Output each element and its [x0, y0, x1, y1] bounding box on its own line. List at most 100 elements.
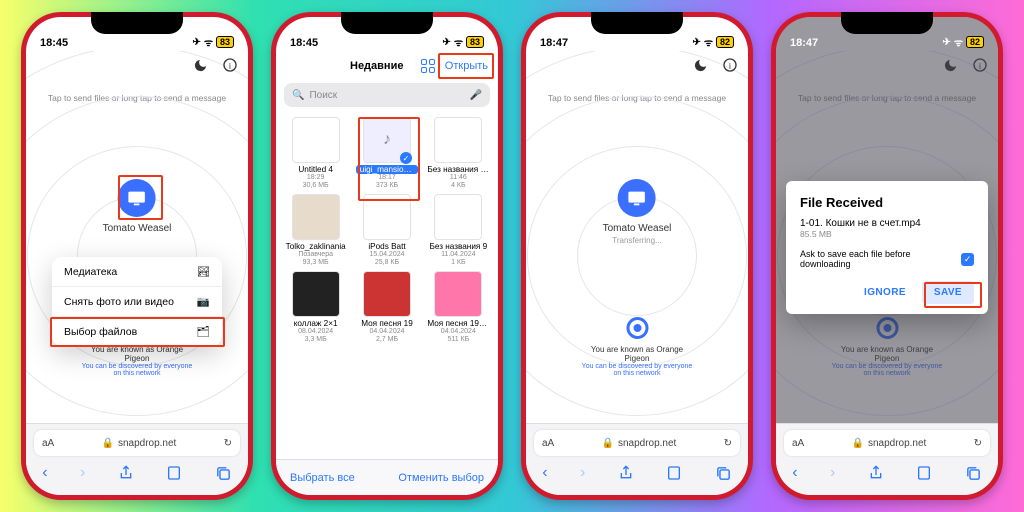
target-icon — [876, 317, 898, 339]
desktop-icon — [618, 179, 656, 217]
discovery-note: You can be discovered by everyone on thi… — [832, 363, 943, 377]
target-icon — [626, 317, 648, 339]
bookmarks-icon[interactable] — [166, 465, 182, 481]
svg-text:i: i — [229, 60, 232, 70]
back-icon[interactable]: ‹ — [542, 464, 547, 482]
text-size-button[interactable]: аА — [792, 438, 804, 449]
file-item[interactable]: коллаж 2×108.04.20243,3 МБ — [282, 271, 349, 344]
svg-text:i: i — [979, 60, 982, 70]
tabs-icon[interactable] — [965, 465, 982, 482]
battery-badge: 82 — [966, 36, 984, 48]
file-thumb — [292, 194, 340, 240]
file-meta: 04.04.2024511 КБ — [425, 328, 492, 344]
beacon: You are known as Orange Pigeon You can b… — [832, 317, 943, 377]
status-time: 18:47 — [790, 37, 818, 49]
file-item[interactable]: Tolko_zaklinaniaПозавчера93,3 МБ — [282, 194, 349, 267]
dark-mode-icon — [940, 55, 960, 75]
file-name: Untitled 4 — [285, 165, 347, 174]
lock-icon: 🔒 — [102, 438, 114, 449]
file-name: Без названия 10 — [427, 165, 489, 174]
airplane-icon: ✈ — [192, 37, 200, 48]
share-icon[interactable] — [118, 464, 134, 482]
url-text: snapdrop.net — [118, 438, 176, 449]
reload-icon[interactable]: ↻ — [974, 438, 982, 449]
info-icon[interactable]: i — [220, 55, 240, 75]
mic-icon[interactable]: 🎤 — [470, 90, 482, 101]
dark-mode-icon[interactable] — [190, 55, 210, 75]
text-size-button[interactable]: аА — [42, 438, 54, 449]
file-item[interactable]: Без названия 1011:464 КБ — [425, 117, 492, 190]
forward-icon: › — [830, 464, 835, 482]
search-field[interactable]: 🔍Поиск 🎤 — [284, 83, 490, 107]
info-icon: i — [970, 55, 990, 75]
file-item[interactable]: Untitled 418:2930,6 МБ — [282, 117, 349, 190]
battery-badge: 82 — [716, 36, 734, 48]
highlight-save — [924, 282, 982, 308]
file-name: Tolko_zaklinania — [285, 242, 347, 251]
file-thumb — [434, 271, 482, 317]
file-thumb — [434, 117, 482, 163]
hint-text: Tap to send files or long tap to send a … — [526, 93, 748, 103]
peer-name: Tomato Weasel — [603, 223, 672, 234]
ask-save-checkbox[interactable]: ✓ — [961, 253, 974, 266]
status-time: 18:45 — [290, 37, 318, 49]
file-thumb — [434, 194, 482, 240]
tabs-icon[interactable] — [215, 465, 232, 482]
text-size-button[interactable]: аА — [542, 438, 554, 449]
wifi-icon: ᯤ — [204, 35, 213, 49]
modal-filename: 1-01. Кошки не в счет.mp4 — [800, 218, 974, 229]
file-meta: 08.04.20243,3 МБ — [282, 328, 349, 344]
known-as: You are known as Orange Pigeon — [82, 345, 193, 363]
url-text: snapdrop.net — [868, 438, 926, 449]
wifi-icon: ᯤ — [954, 35, 963, 49]
info-icon[interactable]: i — [720, 55, 740, 75]
peer-name: Tomato Weasel — [103, 223, 172, 234]
notch — [591, 12, 683, 34]
back-icon[interactable]: ‹ — [792, 464, 797, 482]
phone-3: 18:47 ✈ᯤ82 i Tap to send files or long t… — [521, 12, 753, 500]
file-item[interactable]: Моя песня 19 - 7 ф...hone04.04.2024511 К… — [425, 271, 492, 344]
address-bar[interactable]: аА 🔒 snapdrop.net ↻ — [34, 430, 240, 456]
dark-mode-icon[interactable] — [690, 55, 710, 75]
tabs-icon[interactable] — [715, 465, 732, 482]
peer[interactable]: Tomato Weasel Transferring... — [603, 179, 672, 245]
cancel-select-button[interactable]: Отменить выбор — [398, 472, 484, 484]
file-thumb — [292, 271, 340, 317]
highlight-open — [438, 53, 494, 79]
airplane-icon: ✈ — [442, 37, 450, 48]
address-bar[interactable]: аА 🔒 snapdrop.net ↻ — [784, 430, 990, 456]
hint-text: Tap to send files or long tap to send a … — [776, 93, 998, 103]
ignore-button[interactable]: IGNORE — [852, 281, 918, 304]
address-bar[interactable]: аА 🔒snapdrop.net ↻ — [534, 430, 740, 456]
file-meta: 18:2930,6 МБ — [282, 174, 349, 190]
select-all-button[interactable]: Выбрать все — [290, 472, 355, 484]
back-icon[interactable]: ‹ — [42, 464, 47, 482]
share-icon[interactable] — [868, 464, 884, 482]
wifi-icon: ᯤ — [454, 35, 463, 49]
notch — [841, 12, 933, 34]
reload-icon[interactable]: ↻ — [724, 438, 732, 449]
menu-camera[interactable]: Снять фото или видео📷 — [52, 287, 222, 317]
modal-filesize: 85.5 MB — [800, 229, 974, 239]
file-item[interactable]: iPods Batt15.04.202425,8 КБ — [353, 194, 420, 267]
reload-icon[interactable]: ↻ — [224, 438, 232, 449]
view-grid-icon[interactable] — [421, 59, 435, 73]
bookmarks-icon[interactable] — [666, 465, 682, 481]
known-as: You are known as Orange Pigeon — [582, 345, 693, 363]
phone-2: 18:45 ✈ᯤ83 Недавние Открыть 🔍Поиск 🎤 Unt… — [271, 12, 503, 500]
known-as: You are known as Orange Pigeon — [832, 345, 943, 363]
bookmarks-icon[interactable] — [916, 465, 932, 481]
battery-badge: 83 — [466, 36, 484, 48]
notch — [91, 12, 183, 34]
file-item[interactable]: Моя песня 1904.04.20242,7 МБ — [353, 271, 420, 344]
forward-icon: › — [80, 464, 85, 482]
file-item[interactable]: Без названия 911.04.20241 КБ — [425, 194, 492, 267]
file-name: iPods Batt — [356, 242, 418, 251]
menu-media[interactable]: Медиатека🏞 — [52, 257, 222, 287]
beacon: You are known as Orange Pigeon You can b… — [582, 317, 693, 377]
file-meta: 15.04.202425,8 КБ — [353, 251, 420, 267]
notch — [341, 12, 433, 34]
discovery-note: You can be discovered by everyone on thi… — [582, 363, 693, 377]
share-icon[interactable] — [618, 464, 634, 482]
lock-icon: 🔒 — [852, 438, 864, 449]
